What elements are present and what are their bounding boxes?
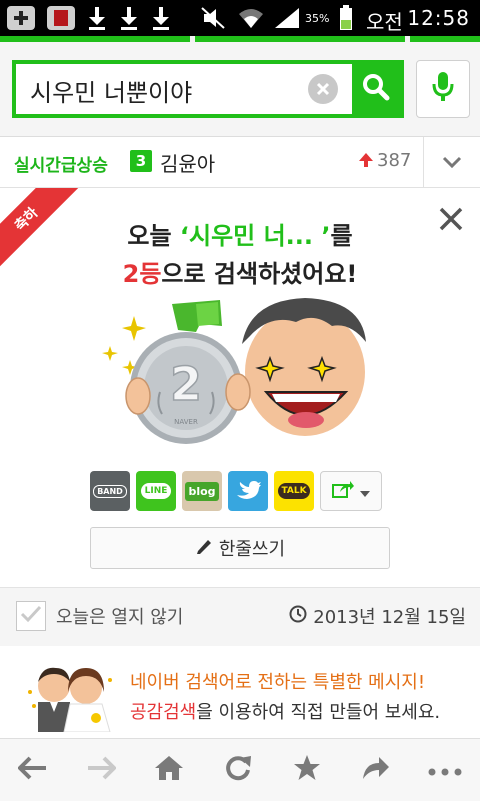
signal-icon xyxy=(272,4,302,32)
bottom-nav xyxy=(0,738,480,801)
searched-keyword: ‘시우민 너... ’ xyxy=(179,222,331,250)
write-comment-button[interactable]: 한줄쓰기 xyxy=(90,527,390,569)
clear-icon[interactable] xyxy=(308,74,338,104)
status-bar: 35% 오전 12:58 xyxy=(0,0,480,36)
rank-badge: 3 xyxy=(130,150,152,172)
options-row: 오늘은 열지 않기 2013년 12월 15일 xyxy=(0,587,480,647)
kakaotalk-share-button[interactable]: TALK xyxy=(274,471,314,511)
battery-percent: 35% xyxy=(305,12,330,25)
realtime-trending[interactable]: 실시간급상승 3 김윤아 387 xyxy=(0,137,480,188)
promo-highlight: 공감검색 xyxy=(130,702,197,723)
twitter-icon xyxy=(235,479,261,504)
download-icon xyxy=(148,4,174,32)
mic-icon xyxy=(430,70,456,108)
expand-button[interactable] xyxy=(424,137,480,187)
pencil-icon xyxy=(195,537,213,560)
mute-icon xyxy=(198,4,228,32)
search-button[interactable] xyxy=(352,64,400,114)
forward-icon xyxy=(86,756,117,784)
promo-line2: 공감검색을 이용하여 직접 만들어 보세요. xyxy=(130,702,441,723)
search-icon xyxy=(361,72,391,106)
app-icon xyxy=(44,4,78,32)
share-more-icon xyxy=(332,480,354,502)
promo-banner[interactable]: 네이버 검색어로 전하는 특별한 메시지! 공감검색을 이용하여 직접 만들어 … xyxy=(0,646,480,738)
search-rank: 2등 xyxy=(122,260,162,288)
share-icon xyxy=(361,755,391,785)
forward-button[interactable] xyxy=(68,739,134,801)
share-more-button[interactable] xyxy=(320,471,382,511)
date-display: 2013년 12월 15일 xyxy=(289,603,466,629)
congrats-card: 축하 오늘 ‘시우민 너... ’를 2등으로 검색하셨어요! 2 NAVER xyxy=(0,188,480,586)
clock: 12:58 xyxy=(407,6,470,30)
medal-number: 2 xyxy=(170,357,202,411)
trend-count: 387 xyxy=(377,150,412,171)
back-icon xyxy=(17,756,48,784)
congrats-message-line2: 2등으로 검색하셨어요! xyxy=(122,260,358,288)
medal-illustration: 2 NAVER xyxy=(100,296,380,456)
wifi-icon xyxy=(234,4,268,32)
realtime-label: 실시간급상승 xyxy=(14,156,108,176)
band-share-button[interactable]: BAND xyxy=(90,471,130,511)
back-button[interactable] xyxy=(0,739,66,801)
up-arrow-icon xyxy=(358,152,374,172)
battery-icon xyxy=(336,4,356,32)
refresh-button[interactable] xyxy=(205,739,271,801)
trending-keyword[interactable]: 김윤아 xyxy=(160,148,215,177)
share-buttons: BAND LINE blog TALK xyxy=(90,471,382,511)
search-input[interactable] xyxy=(28,74,312,106)
voice-search-button[interactable] xyxy=(416,60,470,118)
refresh-icon xyxy=(224,754,252,786)
home-icon xyxy=(154,755,184,785)
dont-open-today-label[interactable]: 오늘은 열지 않기 xyxy=(56,603,183,629)
home-button[interactable] xyxy=(136,739,202,801)
clock-icon xyxy=(289,605,307,628)
congrats-message-line1: 오늘 ‘시우민 너... ’를 xyxy=(127,222,353,250)
date-text: 2013년 12월 15일 xyxy=(313,607,466,628)
blog-share-button[interactable]: blog xyxy=(182,471,222,511)
bookmark-button[interactable] xyxy=(274,739,340,801)
chevron-down-icon xyxy=(442,153,462,172)
share-button[interactable] xyxy=(343,739,409,801)
line-share-button[interactable]: LINE xyxy=(136,471,176,511)
bookmark-icon xyxy=(293,754,321,786)
promo-line1: 네이버 검색어로 전하는 특별한 메시지! xyxy=(130,672,426,693)
download-icon xyxy=(116,4,142,32)
twitter-share-button[interactable] xyxy=(228,471,268,511)
ampm: 오전 xyxy=(366,10,403,34)
search-bar xyxy=(0,42,480,137)
dont-open-today-checkbox[interactable] xyxy=(16,601,46,631)
chevron-down-icon xyxy=(360,482,370,501)
write-comment-label: 한줄쓰기 xyxy=(218,539,286,560)
search-box xyxy=(12,60,404,118)
wedding-couple-illustration xyxy=(24,662,116,733)
more-button[interactable] xyxy=(412,739,478,801)
check-icon xyxy=(20,605,42,627)
more-icon xyxy=(428,761,462,780)
medal-text: NAVER xyxy=(174,418,198,426)
download-icon xyxy=(84,4,110,32)
add-icon xyxy=(4,4,38,32)
